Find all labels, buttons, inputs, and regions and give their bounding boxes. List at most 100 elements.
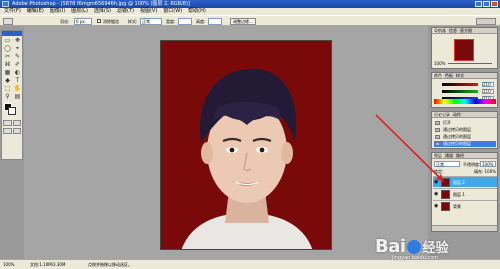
blend-mode-select[interactable]: 正常 <box>434 161 460 167</box>
layers-panel: 图层 通道 路径 正常 不透明度: 100% 锁定: 填充: 100% ◉ 图层… <box>431 152 498 232</box>
healing-brush-tool-icon[interactable]: ⌘ <box>3 61 12 68</box>
lasso-tool-icon[interactable]: ◯ <box>3 45 12 52</box>
menu-window[interactable]: 窗口(W) <box>163 8 182 15</box>
status-zoom[interactable]: 100% <box>3 260 14 269</box>
full-screen-mode-icon[interactable] <box>12 128 21 134</box>
menu-file[interactable]: 文件(F) <box>4 8 21 15</box>
portrait-illustration <box>161 41 331 249</box>
layer-row[interactable]: ◉ 图层 2 <box>433 176 497 187</box>
type-tool-icon[interactable]: T <box>13 77 22 84</box>
color-swatches <box>3 103 21 117</box>
zoom-tool-icon[interactable]: ⚲ <box>3 93 12 100</box>
baidu-jingyan-watermark: Bai 经验 <box>375 236 449 257</box>
menu-select[interactable]: 选择(S) <box>94 8 111 15</box>
tab-history[interactable]: 历史记录 <box>433 112 451 117</box>
menu-edit[interactable]: 编辑(E) <box>27 8 44 15</box>
layer-thumbnail <box>441 178 450 187</box>
menu-filter[interactable]: 滤镜(T) <box>117 8 134 15</box>
red-channel-slider[interactable] <box>442 83 478 86</box>
height-label: 高度: <box>196 19 206 24</box>
navigator-zoom-value[interactable]: 100% <box>434 61 445 66</box>
style-select[interactable]: 正常 <box>140 18 162 25</box>
notes-tool-icon[interactable]: ▤ <box>13 93 22 100</box>
layer-row[interactable]: ◉ 图层 1 <box>433 188 497 199</box>
layer-row[interactable]: ◉ 背景 <box>433 200 497 211</box>
feather-input[interactable]: 0 px <box>74 18 92 25</box>
baidu-paw-icon <box>406 240 421 254</box>
fill-label[interactable]: 填充: 100% <box>474 169 496 174</box>
eye-icon[interactable]: ◉ <box>434 204 439 209</box>
menu-view[interactable]: 视图(V) <box>140 8 157 15</box>
marquee-tool-preset-icon[interactable] <box>3 18 13 25</box>
layer-name: 图层 1 <box>453 192 465 197</box>
window-controls <box>475 1 498 7</box>
quick-mask-mode-icon[interactable] <box>12 120 21 126</box>
opacity-input[interactable]: 100% <box>480 161 496 167</box>
magic-wand-tool-icon[interactable]: ⌖ <box>13 45 22 52</box>
color-ramp[interactable] <box>434 99 496 104</box>
tab-swatches[interactable]: 色板 <box>444 73 454 78</box>
document-canvas-area[interactable] <box>24 26 428 259</box>
tab-navigator[interactable]: 导航器 <box>433 28 447 33</box>
layer-thumbnail <box>441 202 450 211</box>
history-item-current[interactable]: 通过拷贝的图层 <box>434 141 496 147</box>
quick-mask-buttons <box>2 119 22 127</box>
tab-layers[interactable]: 图层 <box>433 153 443 158</box>
move-tool-icon[interactable]: ✥ <box>13 37 22 44</box>
screen-mode-icon[interactable] <box>3 128 12 134</box>
tab-histogram[interactable]: 直方图 <box>459 28 473 33</box>
red-value[interactable]: 210 <box>482 82 494 87</box>
history-item-label: 通过拷贝的图层 <box>443 134 471 139</box>
watermark-url: jingyan.baidu.com <box>392 255 439 261</box>
minimize-icon[interactable] <box>475 1 482 7</box>
history-item[interactable]: 打开 <box>434 120 496 126</box>
refine-edge-button[interactable]: 调整边缘... <box>230 18 256 25</box>
options-bar: 羽化: 0 px 消除锯齿 样式: 正常 宽度: 高度: 调整边缘... <box>0 15 500 26</box>
eye-icon[interactable]: ◉ <box>434 180 439 185</box>
navigator-panel: 导航器 信息 直方图 100% <box>431 27 498 69</box>
status-doc-size: 文档:1.10M/3.30M <box>30 262 66 267</box>
tab-paths[interactable]: 路径 <box>455 153 465 158</box>
tab-channels[interactable]: 通道 <box>444 153 454 158</box>
maximize-icon[interactable] <box>483 1 490 7</box>
tab-styles[interactable]: 样式 <box>455 73 465 78</box>
navigator-thumbnail[interactable] <box>454 39 474 61</box>
pen-tool-icon[interactable]: ◆ <box>3 77 12 84</box>
close-icon[interactable] <box>491 1 498 7</box>
menu-bar: 文件(F) 编辑(E) 图像(I) 图层(L) 选择(S) 滤镜(T) 视图(V… <box>0 8 500 15</box>
menu-help[interactable]: 帮助(H) <box>188 8 206 15</box>
eye-icon[interactable]: ◉ <box>434 192 439 197</box>
menu-layer[interactable]: 图层(L) <box>71 8 88 15</box>
history-item[interactable]: 通过拷贝的图层 <box>434 134 496 140</box>
hand-tool-icon[interactable]: ✋ <box>13 85 22 92</box>
background-color-swatch[interactable] <box>8 107 16 115</box>
portrait-photo[interactable] <box>160 40 332 250</box>
standard-mode-icon[interactable] <box>3 120 12 126</box>
tab-color[interactable]: 颜色 <box>433 73 443 78</box>
navigator-zoom-slider[interactable] <box>448 63 492 64</box>
crop-tool-icon[interactable]: ✂ <box>3 53 12 60</box>
dodge-tool-icon[interactable]: ◐ <box>13 69 22 76</box>
history-item[interactable]: 通过拷贝的图层 <box>434 127 496 133</box>
menu-image[interactable]: 图像(I) <box>50 8 65 15</box>
height-input[interactable] <box>208 18 222 25</box>
slice-tool-icon[interactable]: ✎ <box>13 53 22 60</box>
shape-tool-icon[interactable]: ⬚ <box>3 85 12 92</box>
width-input[interactable] <box>178 18 192 25</box>
screen-mode-buttons <box>2 127 22 135</box>
tab-info[interactable]: 信息 <box>448 28 458 33</box>
green-value[interactable]: 210 <box>482 89 494 94</box>
tab-actions[interactable]: 动作 <box>452 112 462 117</box>
brush-tool-icon[interactable]: ✐ <box>13 61 22 68</box>
toolbox: ▭ ✥ ◯ ⌖ ✂ ✎ ⌘ ✐ ▦ ◐ ◆ T ⬚ ✋ ⚲ ▤ <box>1 30 23 160</box>
antialias-checkbox[interactable] <box>97 19 101 23</box>
color-panel: 颜色 色板 样式 210 210 210 <box>431 72 498 108</box>
green-channel-slider[interactable] <box>442 90 478 93</box>
layer-name: 图层 2 <box>453 180 465 185</box>
clone-stamp-tool-icon[interactable]: ▦ <box>3 69 12 76</box>
history-state-icon <box>435 128 440 132</box>
brushes-palette-tab[interactable] <box>476 18 496 25</box>
layers-panel-footer <box>432 225 497 231</box>
marquee-tool-icon[interactable]: ▭ <box>3 37 12 44</box>
history-item-label: 通过拷贝的图层 <box>443 127 471 132</box>
